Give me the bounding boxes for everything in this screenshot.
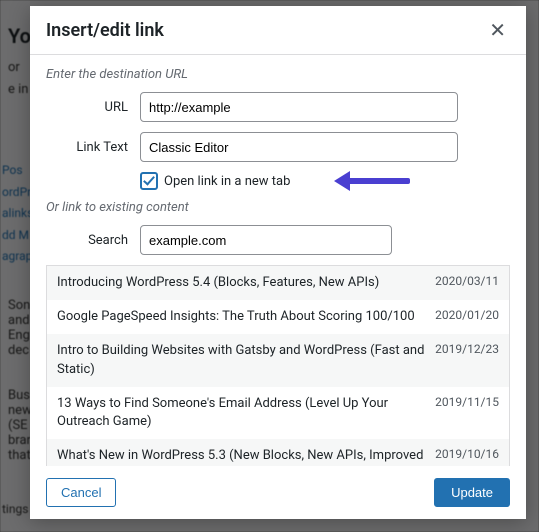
result-title: Introducing WordPress 5.4 (Blocks, Featu… (57, 274, 425, 292)
modal-footer: Cancel Update (30, 466, 526, 519)
search-result-item[interactable]: Google PageSpeed Insights: The Truth Abo… (47, 300, 509, 334)
result-title: 13 Ways to Find Someone's Email Address … (57, 395, 425, 431)
result-title: What's New in WordPress 5.3 (New Blocks,… (57, 447, 425, 466)
destination-url-hint: Enter the destination URL (46, 67, 510, 82)
modal-body: Enter the destination URL URL Link Text … (30, 55, 526, 466)
update-button[interactable]: Update (434, 478, 510, 507)
search-row: Search (46, 225, 510, 255)
url-label: URL (46, 100, 140, 115)
close-icon[interactable]: ✕ (485, 16, 510, 44)
url-row: URL (46, 92, 510, 122)
result-date: 2019/11/15 (435, 395, 499, 409)
linktext-label: Link Text (46, 140, 140, 155)
modal-header: Insert/edit link ✕ (30, 6, 526, 55)
result-date: 2020/01/20 (435, 308, 499, 322)
linktext-row: Link Text (46, 132, 510, 162)
result-title: Intro to Building Websites with Gatsby a… (57, 342, 425, 378)
search-results: Introducing WordPress 5.4 (Blocks, Featu… (46, 265, 510, 466)
url-input[interactable] (140, 92, 458, 122)
cancel-button[interactable]: Cancel (46, 478, 116, 507)
search-result-item[interactable]: Introducing WordPress 5.4 (Blocks, Featu… (47, 266, 509, 300)
search-result-item[interactable]: 13 Ways to Find Someone's Email Address … (47, 387, 509, 439)
annotation-arrow-icon (334, 172, 412, 190)
search-result-item[interactable]: Intro to Building Websites with Gatsby a… (47, 334, 509, 386)
open-newtab-row: Open link in a new tab (46, 172, 510, 190)
linktext-input[interactable] (140, 132, 458, 162)
search-label: Search (46, 233, 140, 248)
open-newtab-checkbox[interactable] (140, 172, 158, 190)
existing-content-hint: Or link to existing content (46, 200, 510, 215)
result-date: 2020/03/11 (435, 274, 499, 288)
open-newtab-label[interactable]: Open link in a new tab (164, 174, 290, 189)
result-date: 2019/12/23 (435, 342, 499, 356)
search-result-item[interactable]: What's New in WordPress 5.3 (New Blocks,… (47, 439, 509, 466)
result-date: 2019/10/16 (435, 447, 499, 461)
insert-link-modal: Insert/edit link ✕ Enter the destination… (30, 6, 526, 519)
search-input[interactable] (140, 225, 392, 255)
modal-title: Insert/edit link (46, 20, 164, 41)
result-title: Google PageSpeed Insights: The Truth Abo… (57, 308, 425, 326)
